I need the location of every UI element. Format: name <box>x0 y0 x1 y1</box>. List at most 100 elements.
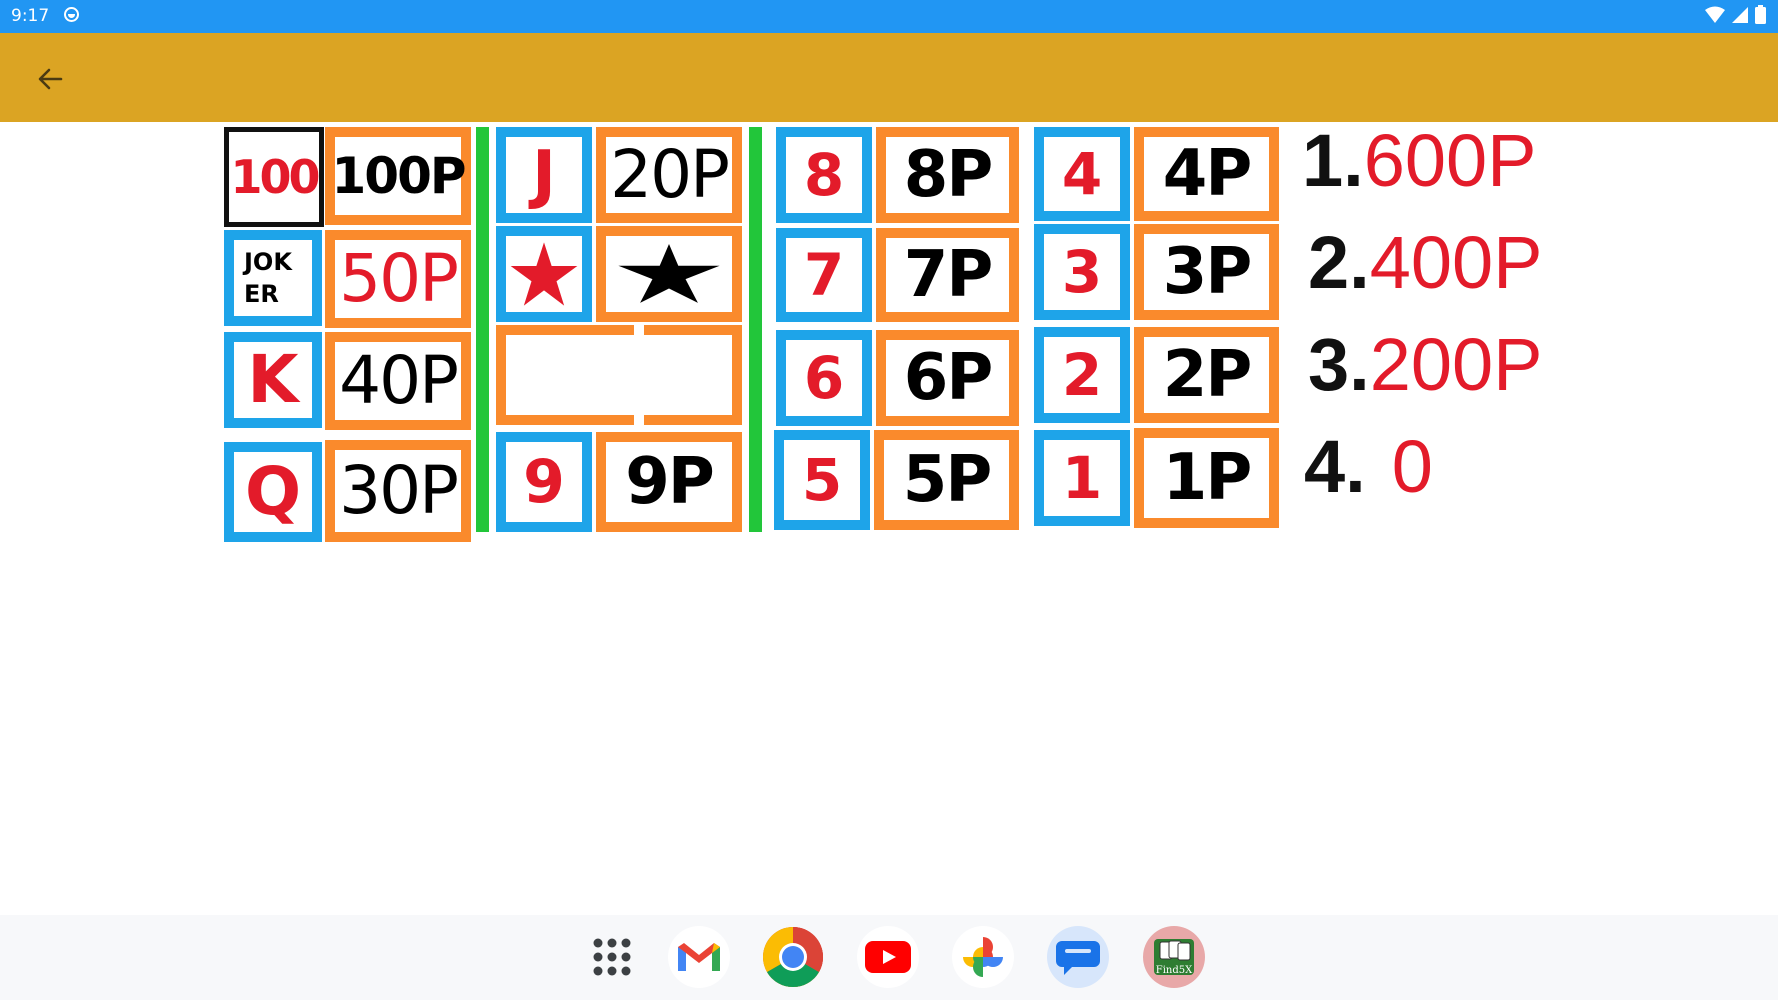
value-tile-star <box>596 226 742 322</box>
wifi-icon <box>1705 6 1725 23</box>
rank-points: 400P <box>1369 221 1543 304</box>
value-label: 6P <box>903 341 993 415</box>
red-star-icon <box>510 242 578 306</box>
value-tile-50p: 50P <box>325 230 471 328</box>
symbol-label: 1 <box>1061 444 1103 512</box>
joker-line-1: JOK <box>244 247 292 276</box>
photos-icon[interactable] <box>952 926 1014 988</box>
symbol-tile-9: 9 <box>496 432 592 532</box>
rank-points: 600P <box>1363 119 1537 202</box>
signal-icon <box>1732 6 1748 23</box>
symbol-label: 6 <box>803 344 845 412</box>
value-label: 20P <box>610 136 730 213</box>
value-label: 8P <box>903 138 993 212</box>
rank-3: 3.200P <box>1308 328 1543 402</box>
value-label: 50P <box>339 240 459 317</box>
rank-4: 4. 0 <box>1304 430 1433 504</box>
value-tile-3p: 3P <box>1134 224 1279 320</box>
value-tile-100p: 100P <box>325 127 471 225</box>
rank-place: 2. <box>1308 221 1370 304</box>
symbol-label: K <box>247 341 299 418</box>
status-icons <box>1705 5 1766 24</box>
value-label: 7P <box>903 238 993 312</box>
joker-line-2: ER <box>244 280 279 308</box>
symbol-tile-j: J <box>496 127 592 223</box>
symbol-tile-7: 7 <box>776 228 872 322</box>
value-tile-4p: 4P <box>1134 127 1279 221</box>
value-tile-20p: 20P <box>596 127 742 223</box>
symbol-tile-5: 5 <box>774 430 870 530</box>
rank-points: 0 <box>1391 425 1433 508</box>
find5x-app-icon[interactable]: Find5X <box>1143 926 1205 988</box>
gmail-icon[interactable] <box>668 926 730 988</box>
back-button[interactable] <box>28 59 72 99</box>
symbol-tile-1: 1 <box>1034 430 1130 526</box>
value-label: 100P <box>331 147 467 205</box>
value-label: 3P <box>1162 235 1252 309</box>
value-tile-7p: 7P <box>876 228 1019 322</box>
value-tile-6p: 6P <box>876 330 1019 426</box>
empty-tile-gap <box>634 325 644 339</box>
value-tile-1p: 1P <box>1134 428 1279 528</box>
back-arrow-icon <box>38 68 63 90</box>
chat-bubble-icon <box>1056 941 1100 975</box>
black-star-icon <box>618 244 720 303</box>
empty-tile-gap <box>634 411 644 425</box>
symbol-label: 5 <box>801 446 843 514</box>
battery-icon <box>1755 5 1766 24</box>
symbol-tile-6: 6 <box>776 330 872 426</box>
cards-icon: Find5X <box>1154 939 1194 976</box>
value-tile-2p: 2P <box>1134 327 1279 423</box>
rank-place: 1. <box>1302 119 1364 202</box>
symbol-tile-3: 3 <box>1034 224 1130 320</box>
symbol-tile-q: Q <box>224 442 322 542</box>
symbol-label: 8 <box>803 141 845 209</box>
value-tile-5p: 5P <box>874 430 1019 530</box>
symbol-tile-4: 4 <box>1034 127 1130 221</box>
pinwheel-icon <box>963 937 1003 977</box>
grid-dots-icon <box>593 938 631 976</box>
column-divider <box>749 127 762 532</box>
notification-icon <box>64 7 79 22</box>
rank-2: 2.400P <box>1308 226 1543 300</box>
value-label: 40P <box>339 342 459 419</box>
youtube-logo-icon <box>865 941 911 973</box>
status-bar: 9:17 <box>0 0 1778 33</box>
points-board: 100 JOK ER K Q 100P 50P 40P 30P J 20P 9 … <box>0 122 1778 915</box>
value-label: 4P <box>1162 137 1252 211</box>
youtube-icon[interactable] <box>857 926 919 988</box>
value-label: 30P <box>339 452 459 529</box>
empty-tile <box>496 325 742 425</box>
symbol-label: 2 <box>1061 341 1103 409</box>
symbol-tile-star <box>496 226 592 322</box>
value-tile-8p: 8P <box>876 127 1019 223</box>
joker-label: JOK ER <box>244 246 302 311</box>
rank-1: 1.600P <box>1302 124 1537 198</box>
value-tile-9p: 9P <box>596 432 742 532</box>
rank-place: 3. <box>1308 323 1370 406</box>
gmail-logo-icon <box>678 943 720 971</box>
value-label: 9P <box>625 445 714 519</box>
symbol-label: J <box>532 138 556 212</box>
rank-place: 4. <box>1304 425 1366 508</box>
status-time: 9:17 <box>11 6 50 26</box>
chrome-icon[interactable] <box>762 926 824 988</box>
column-divider <box>476 127 489 532</box>
value-tile-30p: 30P <box>325 440 471 542</box>
find5x-label: Find5X <box>1156 965 1193 976</box>
app-drawer-icon[interactable] <box>581 926 643 988</box>
rank-points: 200P <box>1369 323 1543 406</box>
symbol-label: 4 <box>1061 140 1103 208</box>
symbol-tile-100: 100 <box>224 127 324 227</box>
symbol-label: 9 <box>523 447 565 517</box>
value-label: 5P <box>902 443 992 517</box>
symbol-label: 7 <box>803 241 845 309</box>
messages-icon[interactable] <box>1047 926 1109 988</box>
symbol-tile-joker: JOK ER <box>224 230 322 326</box>
chrome-logo-icon <box>762 927 824 988</box>
symbol-tile-k: K <box>224 332 322 428</box>
symbol-tile-2: 2 <box>1034 327 1130 423</box>
symbol-label: 100 <box>230 150 320 204</box>
symbol-label: 3 <box>1061 238 1103 306</box>
value-label: 1P <box>1162 441 1252 515</box>
